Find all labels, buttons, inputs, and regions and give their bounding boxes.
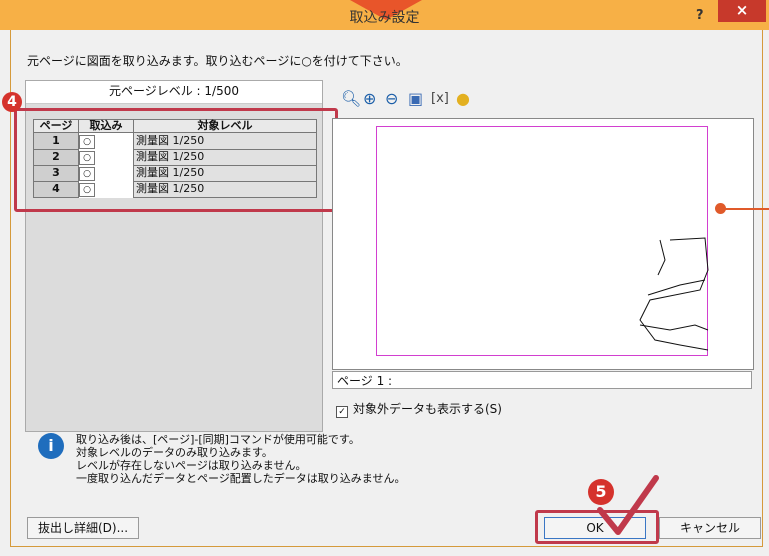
step-badge-4: 4: [2, 92, 22, 112]
show-excluded-checkbox[interactable]: ✓ 対象外データも表示する(S): [336, 400, 502, 418]
page-label-field: ページ 1 :: [332, 371, 752, 389]
zoom-fit-icon[interactable]: 🔍︎: [341, 89, 361, 108]
info-line: 取り込み後は、[ページ]-[同期]コマンドが使用可能です。: [76, 433, 360, 446]
hint-bulb-icon[interactable]: ●: [456, 89, 470, 108]
cancel-button[interactable]: キャンセル: [659, 517, 761, 539]
checkbox-label: 対象外データも表示する(S): [353, 402, 502, 416]
zoom-out-icon[interactable]: ⊖: [385, 89, 398, 108]
zoom-in-icon[interactable]: ⊕: [363, 89, 376, 108]
detail-button[interactable]: 抜出し詳細(D)...: [27, 517, 139, 539]
info-line: 一度取り込んだデータとページ配置したデータは取り込みません。: [76, 472, 406, 485]
table-highlight-box: [14, 108, 338, 212]
window-title: 取込み設定: [349, 10, 420, 26]
pointer-line: [721, 208, 769, 210]
checkbox-box[interactable]: ✓: [336, 406, 348, 418]
info-line: レベルが存在しないページは取り込みません。: [76, 459, 307, 472]
pointer-dot: [715, 203, 726, 214]
import-page-icon[interactable]: ▣: [408, 89, 423, 108]
info-text: 取り込み後は、[ページ]-[同期]コマンドが使用可能です。 対象レベルのデータの…: [76, 433, 405, 485]
instruction-text: 元ページに図面を取り込みます。取り込むページに○を付けて下さい。: [27, 54, 408, 68]
drawing-preview: [639, 237, 709, 351]
close-button[interactable]: ×: [718, 0, 766, 22]
info-line: 対象レベルのデータのみ取り込みます。: [76, 446, 273, 459]
fit-window-icon[interactable]: [x]: [431, 91, 449, 106]
source-level-label: 元ページレベル : 1/500: [26, 81, 322, 104]
help-button[interactable]: ?: [696, 8, 704, 23]
info-icon: i: [38, 433, 64, 459]
check-mark-icon: [597, 475, 659, 535]
